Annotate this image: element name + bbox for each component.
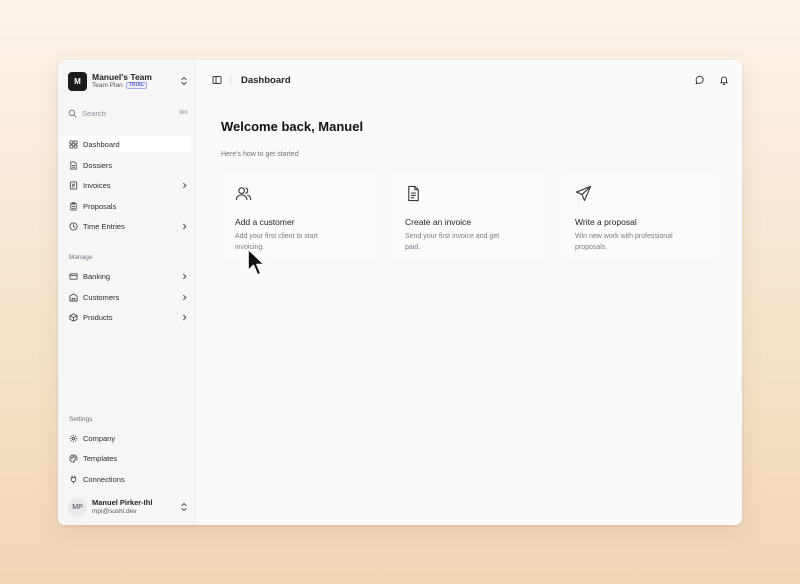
clock-icon bbox=[69, 221, 78, 231]
dashboard-icon bbox=[69, 139, 78, 149]
section-title-settings: Settings bbox=[69, 416, 93, 423]
sidebar-item-dossiers[interactable]: Dossiers bbox=[63, 157, 191, 173]
getting-started-subtitle: Here's how to get started bbox=[221, 151, 299, 158]
chat-icon[interactable] bbox=[695, 75, 705, 85]
clipboard-icon bbox=[70, 201, 77, 211]
main-content: Dashboard Welcome back, Manuel Here's ho… bbox=[195, 60, 742, 525]
mouse-cursor-icon bbox=[247, 248, 266, 276]
write-proposal-card[interactable]: Write a proposal Win new work with profe… bbox=[561, 173, 717, 259]
user-email: mpi@sushi.dev bbox=[92, 507, 137, 515]
sidebar-item-templates[interactable]: Templates bbox=[63, 450, 191, 466]
add-customer-card[interactable]: Add a customer Add your first client to … bbox=[221, 173, 377, 259]
sidebar-item-label: Customers bbox=[83, 292, 120, 302]
send-icon bbox=[575, 185, 592, 202]
section-title-manage: Manage bbox=[69, 254, 93, 261]
sidebar-item-label: Products bbox=[83, 312, 113, 322]
top-bar: Dashboard bbox=[196, 60, 742, 100]
sidebar-toggle-icon[interactable] bbox=[212, 75, 222, 85]
sidebar-item-label: Time Entries bbox=[83, 221, 125, 231]
invoice-icon bbox=[69, 180, 78, 190]
sidebar-item-company[interactable]: Company bbox=[63, 430, 191, 446]
user-menu[interactable]: MP Manuel Pirker-Ihl mpi@sushi.dev bbox=[68, 496, 188, 518]
card-title: Add a customer bbox=[235, 217, 295, 227]
card-title: Create an invoice bbox=[405, 217, 472, 227]
avatar: MP bbox=[68, 497, 87, 517]
sidebar-item-dashboard[interactable]: Dashboard bbox=[63, 136, 191, 152]
sidebar-item-customers[interactable]: Customers bbox=[63, 289, 191, 305]
users-icon bbox=[235, 187, 252, 201]
bell-icon[interactable] bbox=[719, 75, 729, 85]
sidebar-item-banking[interactable]: Banking bbox=[63, 268, 191, 284]
palette-icon bbox=[69, 453, 78, 463]
sidebar-item-connections[interactable]: Connections bbox=[63, 471, 191, 487]
team-name: Manuel's Team bbox=[92, 71, 152, 82]
plug-icon bbox=[70, 474, 77, 484]
card-title: Write a proposal bbox=[575, 217, 637, 227]
search-icon bbox=[68, 109, 77, 118]
sidebar-item-label: Company bbox=[83, 433, 116, 443]
bank-icon bbox=[69, 272, 78, 280]
chevron-right-icon bbox=[183, 182, 187, 188]
chevron-up-down-icon bbox=[181, 502, 187, 512]
sidebar-item-label: Dashboard bbox=[83, 139, 120, 149]
chevron-right-icon bbox=[183, 294, 187, 300]
box-icon bbox=[69, 312, 78, 322]
trial-badge: TRIAL bbox=[125, 81, 148, 90]
user-name: Manuel Pirker-Ihl bbox=[92, 497, 153, 507]
card-description: Send your first invoice and get paid. bbox=[405, 233, 500, 251]
sidebar-item-time-entries[interactable]: Time Entries bbox=[63, 218, 191, 234]
search-button[interactable]: Search ⌘K bbox=[68, 106, 188, 120]
sidebar-item-label: Dossiers bbox=[83, 160, 113, 170]
sidebar-item-label: Banking bbox=[83, 271, 111, 281]
sidebar: M Manuel's Team Team Plan TRIAL Search ⌘… bbox=[58, 60, 195, 525]
team-plan: Team Plan bbox=[92, 82, 123, 90]
chevron-up-down-icon bbox=[181, 76, 187, 86]
sidebar-item-products[interactable]: Products bbox=[63, 309, 191, 325]
chevron-right-icon bbox=[183, 273, 187, 279]
search-shortcut: ⌘K bbox=[178, 110, 188, 116]
app-window: M Manuel's Team Team Plan TRIAL Search ⌘… bbox=[58, 60, 742, 525]
sidebar-item-invoices[interactable]: Invoices bbox=[63, 177, 191, 193]
welcome-heading: Welcome back, Manuel bbox=[221, 119, 364, 134]
create-invoice-card[interactable]: Create an invoice Send your first invoic… bbox=[391, 173, 547, 259]
chevron-right-icon bbox=[183, 223, 187, 229]
building-icon bbox=[69, 292, 78, 302]
breadcrumb-separator bbox=[230, 75, 231, 85]
sidebar-item-label: Templates bbox=[83, 453, 118, 463]
file-icon bbox=[70, 160, 77, 170]
sidebar-item-label: Connections bbox=[83, 474, 125, 484]
sidebar-item-proposals[interactable]: Proposals bbox=[63, 198, 191, 214]
gear-icon bbox=[69, 434, 78, 442]
card-description: Win new work with professional proposals… bbox=[575, 233, 673, 251]
chevron-right-icon bbox=[183, 314, 187, 320]
team-logo: M bbox=[68, 71, 87, 91]
page-title: Dashboard bbox=[241, 74, 291, 86]
search-label: Search bbox=[82, 108, 106, 118]
team-switcher[interactable]: M Manuel's Team Team Plan TRIAL bbox=[68, 70, 188, 92]
sidebar-item-label: Proposals bbox=[83, 201, 117, 211]
sidebar-item-label: Invoices bbox=[83, 180, 111, 190]
document-icon bbox=[408, 185, 419, 202]
